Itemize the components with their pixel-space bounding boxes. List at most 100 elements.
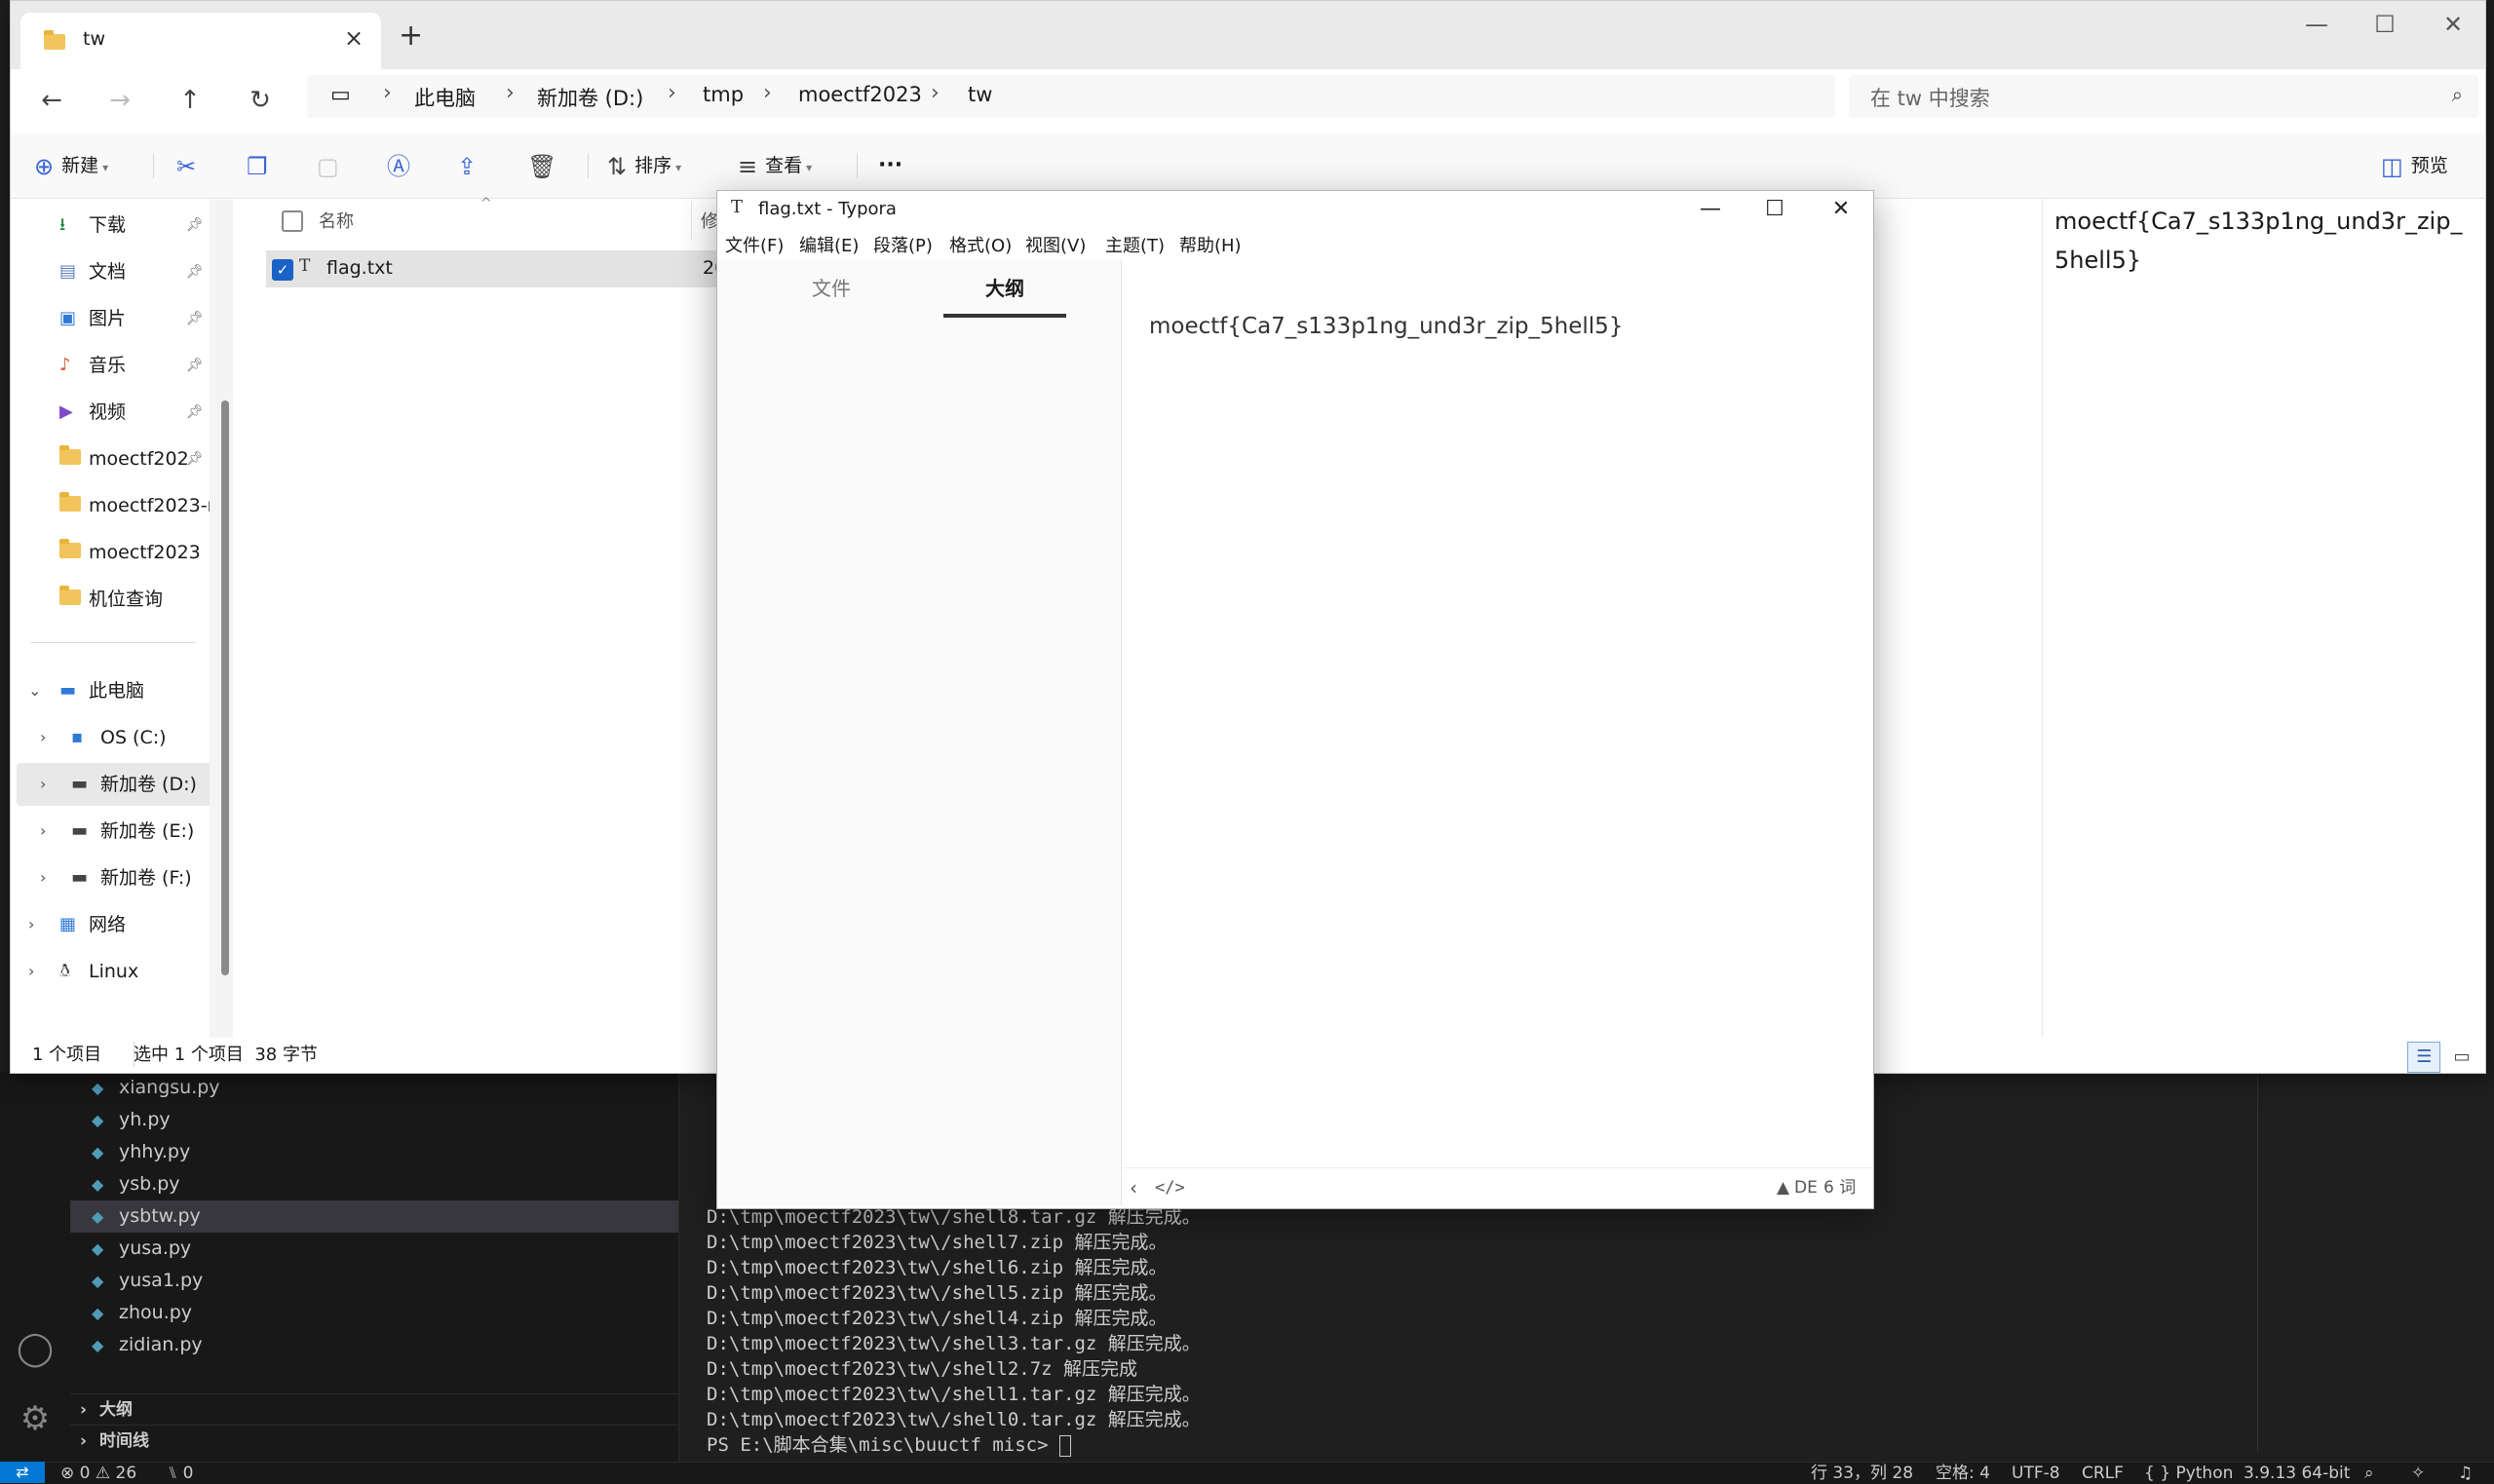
sort-button[interactable]: ⇅ 排序 ▾ xyxy=(607,147,681,184)
new-button[interactable]: ⊕ 新建 ▾ xyxy=(34,147,108,184)
chevron-down-icon[interactable]: ⌄ xyxy=(28,669,41,712)
notifications-bell-icon[interactable]: ♫ xyxy=(2458,1463,2473,1484)
vscode-file-item[interactable]: ◆ xiangsu.py xyxy=(70,1072,678,1104)
indent-status[interactable]: 空格: 4 xyxy=(1936,1463,1990,1484)
copy-button[interactable]: ❐ xyxy=(247,147,276,184)
eol-status[interactable]: CRLF xyxy=(2082,1463,2124,1484)
settings-gear-icon[interactable]: ⚙ xyxy=(14,1397,57,1440)
refresh-icon[interactable]: ↻ xyxy=(241,81,280,120)
close-window-button[interactable]: ✕ xyxy=(2424,5,2482,44)
paste-button[interactable]: ▢ xyxy=(317,147,347,184)
breadcrumb-item[interactable]: 此电脑 xyxy=(414,83,476,112)
search-icon[interactable]: ⌕ xyxy=(2452,83,2463,106)
breadcrumb-item[interactable]: tmp xyxy=(703,83,744,106)
remote-indicator-icon[interactable]: ⇄ xyxy=(0,1462,45,1483)
document-content[interactable]: moectf{Ca7_s133p1ng_und3r_zip_5hell5} xyxy=(1149,314,1623,339)
tab-outline[interactable]: 大纲 xyxy=(943,273,1066,301)
chevron-right-icon[interactable]: › xyxy=(28,903,34,946)
chevron-right-icon[interactable]: › xyxy=(40,810,46,853)
pin-icon[interactable]: 📌︎ xyxy=(186,297,204,340)
nav-item-drive-e[interactable]: › ▬ 新加卷 (E:) xyxy=(11,810,206,853)
vscode-file-item[interactable]: ◆ yh.py xyxy=(70,1104,678,1136)
nav-item-documents[interactable]: ▤ 文档 📌︎ xyxy=(11,250,206,293)
terminal-prompt[interactable]: PS E:\脚本合集\misc\buuctf misc> xyxy=(707,1432,1071,1458)
chevron-right-icon[interactable]: › xyxy=(40,716,46,759)
typora-maximize-button[interactable]: ☐ xyxy=(1743,191,1807,228)
forward-arrow-icon[interactable]: → xyxy=(100,81,139,120)
menu-paragraph[interactable]: 段落(P) xyxy=(873,232,933,257)
share-button[interactable]: ⇪ xyxy=(457,147,484,184)
spellcheck-warning-icon[interactable]: ▲ xyxy=(1777,1168,1789,1207)
minimize-button[interactable]: — xyxy=(2287,5,2346,44)
pin-icon[interactable]: 📌︎ xyxy=(186,391,204,434)
nav-item-folder[interactable]: moectf2023-r xyxy=(11,484,214,527)
nav-item-drive-f[interactable]: › ▬ 新加卷 (F:) xyxy=(11,856,206,899)
tab-files[interactable]: 文件 xyxy=(770,273,893,301)
column-divider[interactable] xyxy=(691,202,692,241)
select-all-checkbox[interactable] xyxy=(282,210,303,232)
back-arrow-icon[interactable]: ← xyxy=(32,81,71,120)
problems-status[interactable]: ⊗ 0 ⚠ 26 xyxy=(60,1463,136,1484)
address-bar[interactable]: ▭ › 此电脑 › 新加卷 (D:) › tmp › moectf2023 › … xyxy=(307,75,1835,118)
pin-icon[interactable]: 📌︎ xyxy=(186,344,204,387)
menu-theme[interactable]: 主题(T) xyxy=(1105,232,1165,257)
nav-item-drive-c[interactable]: › ▪ OS (C:) xyxy=(11,716,206,759)
cut-button[interactable]: ✂ xyxy=(176,147,204,184)
nav-item-music[interactable]: ♪ 音乐 📌︎ xyxy=(11,344,206,387)
vscode-file-item[interactable]: ◆ yhhy.py xyxy=(70,1136,678,1168)
chevron-right-icon[interactable]: › xyxy=(40,763,46,806)
source-code-mode-icon[interactable]: </> xyxy=(1155,1168,1185,1207)
vscode-file-item[interactable]: ◆ ysb.py xyxy=(70,1168,678,1200)
preview-pane-divider[interactable] xyxy=(2042,200,2043,1038)
search-box[interactable]: 在 tw 中搜索 ⌕ xyxy=(1849,75,2478,118)
more-options-button[interactable]: ··· xyxy=(878,147,902,184)
nav-item-linux[interactable]: › 🐧︎ Linux xyxy=(11,950,206,993)
menu-file[interactable]: 文件(F) xyxy=(725,232,784,257)
nav-item-drive-d[interactable]: › ▬ 新加卷 (D:) xyxy=(17,763,211,806)
vscode-file-item[interactable]: ◆ zhou.py xyxy=(70,1297,678,1329)
toggle-sidebar-chevron-icon[interactable]: ‹ xyxy=(1130,1168,1137,1207)
details-view-icon[interactable]: ☰ xyxy=(2407,1042,2441,1073)
explorer-tab[interactable]: tw × xyxy=(20,13,381,69)
vscode-timeline-section[interactable]: › 时间线 xyxy=(70,1425,678,1457)
pin-icon[interactable]: 📌︎ xyxy=(186,204,204,247)
vscode-outline-section[interactable]: › 大纲 xyxy=(70,1393,678,1426)
menu-edit[interactable]: 编辑(E) xyxy=(799,232,859,257)
chevron-right-icon[interactable]: › xyxy=(40,856,46,899)
nav-item-folder[interactable]: moectf202 📌︎ xyxy=(11,438,206,480)
nav-item-folder[interactable]: moectf2023 xyxy=(11,531,206,574)
nav-item-videos[interactable]: ▶ 视频 📌︎ xyxy=(11,391,206,434)
feedback-icon[interactable]: ⌕ xyxy=(2364,1463,2374,1484)
close-tab-icon[interactable]: × xyxy=(344,24,364,52)
preview-pane-button[interactable]: ◫ 预览 xyxy=(2381,147,2448,184)
typora-editor[interactable]: moectf{Ca7_s133p1ng_und3r_zip_5hell5} xyxy=(1122,259,1872,1136)
pin-icon[interactable]: 📌︎ xyxy=(186,250,204,293)
interpreter-status[interactable]: 3.9.13 64-bit xyxy=(2244,1463,2350,1484)
chevron-right-icon[interactable]: › xyxy=(28,950,34,993)
vscode-file-item[interactable]: ◆ yusa.py xyxy=(70,1233,678,1265)
column-header-name[interactable]: 名称 xyxy=(319,208,354,233)
vscode-file-item[interactable]: ◆ yusa1.py xyxy=(70,1265,678,1297)
language-status[interactable]: { } Python xyxy=(2144,1463,2233,1484)
terminal-scrollbar[interactable] xyxy=(2257,1072,2278,1452)
ports-status[interactable]: ⑊ 0 xyxy=(168,1463,193,1484)
nav-item-downloads[interactable]: ⭳ 下载 📌︎ xyxy=(11,204,206,247)
breadcrumb-item[interactable]: moectf2023 xyxy=(798,83,922,106)
pin-icon[interactable]: 📌︎ xyxy=(186,438,204,480)
maximize-button[interactable]: ☐ xyxy=(2356,5,2414,44)
account-icon[interactable]: ◯ xyxy=(14,1327,57,1370)
nav-item-this-pc[interactable]: ⌄ ▬ 此电脑 xyxy=(11,669,206,712)
tiles-view-icon[interactable]: ▭ xyxy=(2446,1043,2477,1072)
vscode-file-item-selected[interactable]: ◆ ysbtw.py xyxy=(70,1200,678,1233)
copilot-icon[interactable]: ✧ xyxy=(2411,1463,2425,1484)
vscode-file-item[interactable]: ◆ zidian.py xyxy=(70,1329,678,1361)
typora-minimize-button[interactable]: — xyxy=(1678,191,1743,228)
menu-format[interactable]: 格式(O) xyxy=(949,232,1012,257)
menu-view[interactable]: 视图(V) xyxy=(1025,232,1086,257)
word-count[interactable]: 6 词 xyxy=(1823,1168,1856,1207)
file-row-checkbox[interactable]: ✓ xyxy=(272,259,293,281)
spellcheck-language[interactable]: DE xyxy=(1794,1168,1818,1207)
breadcrumb-item[interactable]: 新加卷 (D:) xyxy=(537,83,643,112)
nav-item-network[interactable]: › ▦ 网络 xyxy=(11,903,206,946)
nav-item-folder[interactable]: 机位查询 xyxy=(11,578,206,621)
